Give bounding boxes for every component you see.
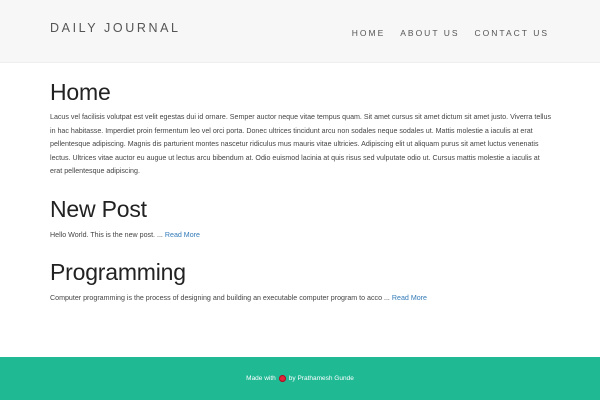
read-more-link[interactable]: Read More bbox=[165, 231, 200, 239]
post-title: Programming bbox=[50, 258, 186, 285]
read-more-link[interactable]: Read More bbox=[392, 294, 427, 302]
heart-icon bbox=[278, 374, 286, 382]
home-body-text: Lacus vel facilisis volutpat est velit e… bbox=[50, 113, 551, 175]
nav-item-about-us: ABOUT US bbox=[400, 23, 459, 41]
main-content: Home Lacus vel facilisis volutpat est ve… bbox=[50, 76, 553, 304]
nav-item-contact-us: CONTACT US bbox=[475, 23, 549, 41]
post-title: New Post bbox=[50, 195, 147, 222]
top-navbar: DAILY JOURNAL HOME ABOUT US CONTACT US bbox=[0, 0, 600, 63]
post-excerpt-text: Computer programming is the process of d… bbox=[50, 293, 390, 302]
nav-menu: HOME ABOUT US CONTACT US bbox=[352, 23, 549, 41]
nav-item-home: HOME bbox=[352, 23, 386, 41]
footer: Made with by Prathamesh Gunde bbox=[0, 357, 600, 400]
nav-link-about-us[interactable]: ABOUT US bbox=[400, 28, 459, 38]
nav-link-home[interactable]: HOME bbox=[352, 28, 386, 38]
footer-author-text: by Prathamesh Gunde bbox=[288, 375, 354, 382]
home-title: Home bbox=[50, 79, 111, 105]
brand-logo-link[interactable]: DAILY JOURNAL bbox=[50, 21, 181, 35]
post-programming: Programming Computer programming is the … bbox=[50, 256, 553, 304]
post-excerpt: Computer programming is the process of d… bbox=[50, 292, 553, 304]
post-new-post: New Post Hello World. This is the new po… bbox=[50, 193, 553, 241]
nav-link-contact-us[interactable]: CONTACT US bbox=[475, 28, 549, 38]
post-excerpt-text: Hello World. This is the new post. ... bbox=[50, 230, 163, 239]
footer-made-with-text: Made with bbox=[246, 375, 276, 382]
post-excerpt: Hello World. This is the new post. ... R… bbox=[50, 229, 553, 241]
